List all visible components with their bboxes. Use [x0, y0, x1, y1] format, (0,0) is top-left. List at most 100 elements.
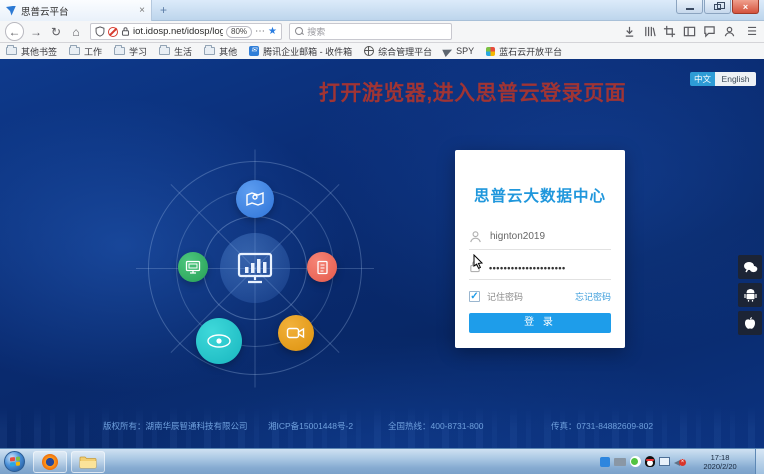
search-box[interactable]	[289, 23, 452, 40]
screen-icon	[185, 260, 201, 274]
login-button[interactable]: 登 录	[469, 313, 611, 333]
language-switch: 中文 English	[690, 72, 756, 86]
taskbar-firefox-button[interactable]	[33, 451, 67, 473]
url-bar[interactable]: iot.idosp.net/idosp/login.html 80% ⋯ ★	[90, 23, 282, 40]
annotation-text: 打开游览器,进入思普云登录页面	[300, 77, 645, 107]
mail-icon: ✉	[249, 46, 259, 56]
lock-icon[interactable]	[121, 26, 130, 37]
forward-button[interactable]: →	[28, 24, 44, 40]
bookmark-label: 其他	[219, 45, 237, 58]
restore-icon	[714, 4, 721, 10]
browser-tab[interactable]: 思普云平台 ×	[0, 0, 152, 21]
tray-volume-muted-icon[interactable]	[674, 457, 685, 467]
map-node	[236, 180, 274, 218]
bookmark-folder-life[interactable]: 生活	[159, 45, 192, 58]
screenshot-icon[interactable]	[663, 25, 676, 38]
zoom-level[interactable]: 80%	[226, 26, 252, 38]
tray-network-icon[interactable]	[659, 457, 670, 466]
clock-time: 17:18	[693, 453, 747, 462]
bookmark-label: 工作	[84, 45, 102, 58]
folder-icon	[204, 47, 215, 55]
bookmark-folder-other-marks[interactable]: 其他书签	[6, 45, 57, 58]
restore-button[interactable]	[704, 0, 731, 14]
search-input[interactable]	[307, 27, 446, 37]
tray-app-icon[interactable]	[600, 457, 610, 467]
back-button[interactable]: ←	[5, 22, 24, 41]
minimize-icon	[686, 8, 694, 10]
lang-chinese-button[interactable]: 中文	[690, 72, 715, 86]
bookmark-mgmt-platform[interactable]: 综合管理平台	[364, 45, 432, 58]
tray-wechat-icon[interactable]	[630, 456, 641, 467]
user-icon	[469, 230, 482, 243]
android-icon	[744, 288, 757, 302]
eye-icon	[206, 333, 232, 349]
bookmark-star-icon[interactable]: ★	[268, 26, 277, 37]
download-icon[interactable]	[623, 25, 636, 38]
titlebar: 思普云平台 × + ×	[0, 0, 764, 21]
globe-icon	[364, 46, 374, 56]
page-actions-icon[interactable]: ⋯	[255, 26, 265, 37]
folder-icon	[69, 47, 80, 55]
eye-node	[196, 318, 242, 364]
apple-icon	[744, 316, 756, 330]
minimize-button[interactable]	[676, 0, 703, 14]
taskbar-clock[interactable]: 17:18 2020/2/20	[693, 453, 747, 471]
forgot-password-link[interactable]: 忘记密码	[575, 290, 611, 303]
folder-icon	[6, 47, 17, 55]
login-title: 思普云大数据中心	[455, 184, 625, 206]
dashboard-monitor-icon	[236, 251, 274, 285]
password-value[interactable]: •••••••••••••••••••••	[489, 263, 566, 273]
login-options-row: ✓ 记住密码 忘记密码	[469, 290, 611, 303]
wechat-float-button[interactable]	[738, 255, 762, 279]
reload-button[interactable]: ↻	[48, 24, 64, 40]
bookmark-label: 生活	[174, 45, 192, 58]
paper-plane-icon	[442, 45, 454, 56]
monitor-node	[178, 252, 208, 282]
color-dots-icon	[486, 47, 495, 56]
new-tab-button[interactable]: +	[160, 3, 167, 17]
library-icon[interactable]	[643, 25, 656, 38]
nav-toolbar: ← → ↻ ⌂ iot.idosp.net/idosp/login.html 8…	[0, 21, 764, 43]
video-camera-icon	[286, 326, 306, 340]
tab-favicon-icon	[6, 6, 16, 16]
bookmark-tencent-mail[interactable]: ✉腾讯企业邮箱 - 收件箱	[249, 45, 352, 58]
bookmark-spy[interactable]: SPY	[444, 46, 474, 56]
messages-icon[interactable]	[703, 25, 716, 38]
start-button[interactable]	[4, 451, 25, 472]
android-float-button[interactable]	[738, 283, 762, 307]
window-controls: ×	[676, 0, 759, 14]
clock-date: 2020/2/20	[693, 462, 747, 471]
url-text[interactable]: iot.idosp.net/idosp/login.html	[133, 26, 223, 37]
menu-icon[interactable]: ☰	[747, 25, 757, 38]
bookmarks-bar: 其他书签 工作 学习 生活 其他 ✉腾讯企业邮箱 - 收件箱 综合管理平台 SP…	[0, 43, 764, 59]
tray-device-icon[interactable]	[614, 458, 626, 466]
username-value[interactable]: hignton2019	[490, 231, 545, 242]
bookmark-folder-study[interactable]: 学习	[114, 45, 147, 58]
bookmark-folder-work[interactable]: 工作	[69, 45, 102, 58]
bookmark-label: 其他书签	[21, 45, 57, 58]
sidebar-icon[interactable]	[683, 25, 696, 38]
show-desktop-button[interactable]	[755, 449, 764, 474]
toolbar-icons: ☰	[623, 25, 759, 38]
camera-node	[278, 315, 314, 351]
apple-float-button[interactable]	[738, 311, 762, 335]
home-button[interactable]: ⌂	[68, 24, 84, 40]
tab-close-icon[interactable]: ×	[139, 6, 145, 16]
username-field[interactable]: hignton2019	[469, 224, 611, 250]
footer-icp[interactable]: 湘ICP备15001448号-2	[268, 420, 353, 432]
tray-qq-icon[interactable]	[645, 456, 655, 467]
blocked-plugin-icon[interactable]	[108, 27, 118, 37]
bookmark-folder-misc[interactable]: 其他	[204, 45, 237, 58]
shield-icon[interactable]	[95, 26, 105, 37]
remember-checkbox[interactable]: ✓	[469, 291, 480, 302]
footer-fax: 传真：0731-84882609-802	[551, 420, 653, 432]
account-icon[interactable]	[723, 25, 736, 38]
browser-window: 思普云平台 × + × ← → ↻ ⌂ iot.idosp.net/idosp/…	[0, 0, 764, 474]
map-icon	[245, 190, 265, 208]
close-button[interactable]: ×	[732, 0, 759, 14]
bookmark-lanshi-cloud[interactable]: 蓝石云开放平台	[486, 45, 562, 58]
lang-english-button[interactable]: English	[715, 72, 756, 86]
explorer-folder-icon	[79, 455, 97, 469]
taskbar-explorer-button[interactable]	[71, 451, 105, 473]
password-field[interactable]: •••••••••••••••••••••	[469, 254, 611, 280]
